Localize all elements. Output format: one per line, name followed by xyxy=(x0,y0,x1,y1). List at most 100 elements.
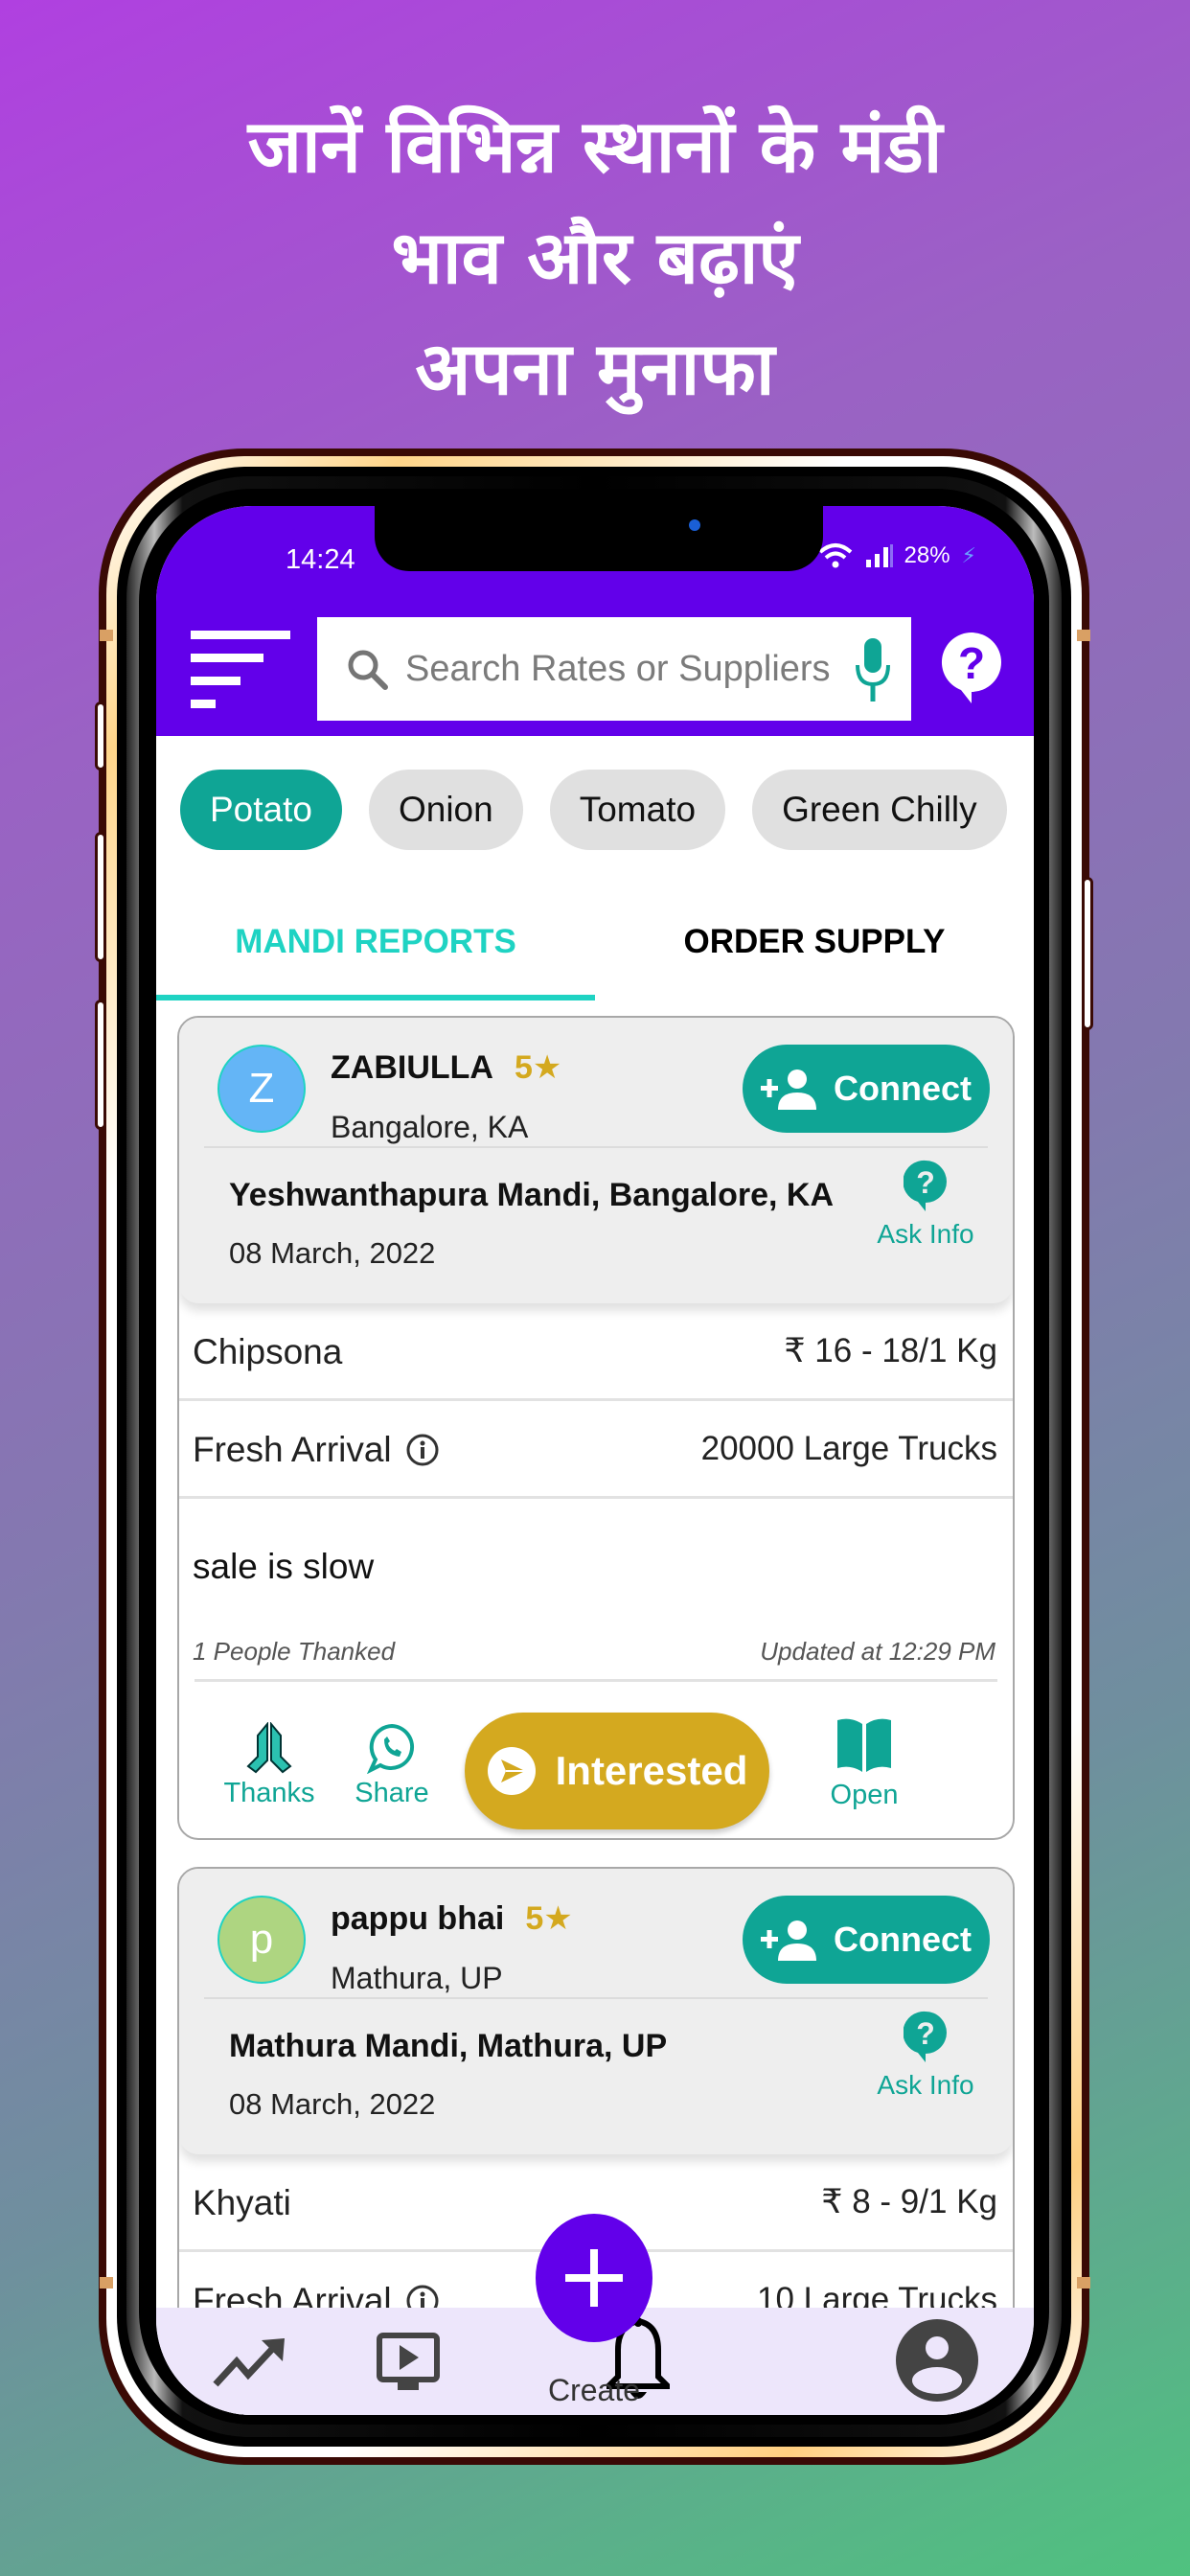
front-camera xyxy=(689,519,700,531)
variety-name: Khyati xyxy=(193,2183,291,2222)
phone-antenna-mark xyxy=(1077,2277,1090,2288)
commodity-chips: Potato Onion Tomato Green Chilly xyxy=(180,770,1010,856)
price-value: ₹ 8 - 9/1 Kg xyxy=(821,2183,997,2220)
seller-name[interactable]: pappu bhai 5★ xyxy=(331,1899,573,1938)
divider xyxy=(204,1146,988,1148)
tab-indicator xyxy=(156,995,595,1000)
report-card-header: Z ZABIULLA 5★ Bangalore, KA Connect Yeshw… xyxy=(179,1018,1013,1303)
create-button[interactable] xyxy=(536,2214,652,2342)
send-icon xyxy=(487,1747,536,1795)
add-person-icon xyxy=(761,1920,816,1961)
arrival-row: Fresh Arrival 20000 Large Trucks xyxy=(179,1401,1013,1499)
add-person-icon xyxy=(761,1070,816,1110)
help-icon[interactable]: ? xyxy=(940,631,1003,703)
connect-button[interactable]: Connect xyxy=(743,1896,990,1984)
connect-label: Connect xyxy=(834,1920,972,1959)
phone-volume-down-button xyxy=(95,1000,106,1130)
headline-line-1: जानें विभिन्न स्थानों के मंडी xyxy=(247,104,943,189)
connect-label: Connect xyxy=(834,1069,972,1108)
seller-location: Mathura, UP xyxy=(331,1961,503,1995)
connect-button[interactable]: Connect xyxy=(743,1045,990,1133)
trending-icon[interactable] xyxy=(212,2336,288,2390)
interested-button[interactable]: Interested xyxy=(465,1713,769,1829)
help-bubble-icon: ? xyxy=(904,1160,947,1211)
chip-green-chilly[interactable]: Green Chilly xyxy=(752,770,1007,850)
ask-info-button[interactable]: ? Ask Info xyxy=(863,2011,988,2101)
report-date: 08 March, 2022 xyxy=(229,1236,436,1270)
interested-label: Interested xyxy=(555,1748,748,1793)
promo-headline: जानें विभिन्न स्थानों के मंडी भाव और बढ़… xyxy=(0,91,1190,425)
search-icon xyxy=(348,650,388,690)
open-label: Open xyxy=(830,1780,899,1810)
help-bubble-icon: ? xyxy=(904,2011,947,2062)
phone-volume-up-button xyxy=(95,832,106,962)
seller-rating: 5★ xyxy=(514,1049,562,1086)
menu-icon-bar xyxy=(191,700,216,708)
svg-text:?: ? xyxy=(916,2016,935,2051)
menu-icon-bar xyxy=(191,677,240,685)
arrival-value: 20000 Large Trucks xyxy=(700,1430,997,1467)
menu-icon-bar xyxy=(191,654,263,662)
tab-mandi-reports[interactable]: MANDI REPORTS xyxy=(156,889,595,1004)
note-text: sale is slow xyxy=(193,1547,375,1586)
info-icon[interactable] xyxy=(405,1433,440,1467)
price-value: ₹ 16 - 18/1 Kg xyxy=(784,1332,997,1369)
ask-info-label: Ask Info xyxy=(877,1219,974,1249)
account-icon[interactable] xyxy=(896,2319,978,2402)
report-card: Z ZABIULLA 5★ Bangalore, KA Connect Yeshw… xyxy=(177,1016,1015,1840)
phone-antenna-mark xyxy=(100,630,113,641)
menu-icon-bar xyxy=(191,631,290,639)
create-label: Create xyxy=(547,2373,641,2407)
signal-icon xyxy=(865,544,893,567)
search-placeholder: Search Rates or Suppliers xyxy=(405,648,831,689)
battery-charging-icon: ⚡ xyxy=(961,543,976,567)
chip-potato[interactable]: Potato xyxy=(180,770,342,850)
wifi-icon xyxy=(818,543,852,568)
headline-line-3: अपना मुनाफा xyxy=(415,326,775,411)
battery-percent: 28% xyxy=(904,542,950,568)
open-button[interactable]: Open xyxy=(812,1716,917,1811)
report-actions: Thanks Share Interested Open xyxy=(179,1682,1013,1838)
seller-rating: 5★ xyxy=(525,1900,573,1937)
tab-order-supply[interactable]: ORDER SUPPLY xyxy=(595,889,1034,1004)
seller-location: Bangalore, KA xyxy=(331,1110,529,1144)
price-row: Chipsona ₹ 16 - 18/1 Kg xyxy=(179,1303,1013,1401)
updated-time: Updated at 12:29 PM xyxy=(760,1637,995,1666)
seller-name[interactable]: ZABIULLA 5★ xyxy=(331,1048,561,1087)
report-note: sale is slow xyxy=(179,1499,1013,1633)
avatar[interactable]: p xyxy=(217,1896,306,1984)
variety-name: Chipsona xyxy=(193,1332,343,1371)
phone-power-button xyxy=(1082,877,1093,1030)
search-input[interactable]: Search Rates or Suppliers xyxy=(317,617,911,721)
ask-info-button[interactable]: ? Ask Info xyxy=(863,1160,988,1250)
thanks-label: Thanks xyxy=(223,1778,315,1808)
report-meta: 1 People Thanked Updated at 12:29 PM xyxy=(179,1633,1013,1679)
mic-icon[interactable] xyxy=(854,638,892,703)
thanked-count: 1 People Thanked xyxy=(193,1637,396,1666)
divider xyxy=(204,1997,988,1999)
avatar[interactable]: Z xyxy=(217,1045,306,1133)
share-button[interactable]: Share xyxy=(342,1722,442,1809)
tab-bar: MANDI REPORTS ORDER SUPPLY xyxy=(156,889,1034,1004)
ask-info-label: Ask Info xyxy=(877,2070,974,2100)
phone-antenna-mark xyxy=(1077,630,1090,641)
menu-button[interactable] xyxy=(191,631,290,711)
chip-tomato[interactable]: Tomato xyxy=(549,770,726,850)
headline-line-2: भाव और बढ़ाएं xyxy=(391,215,799,300)
thanks-button[interactable]: Thanks xyxy=(219,1722,319,1809)
mandi-name: Yeshwanthapura Mandi, Bangalore, KA xyxy=(229,1177,835,1213)
status-time: 14:24 xyxy=(286,544,355,575)
arrival-label: Fresh Arrival xyxy=(193,1430,440,1470)
whatsapp-icon xyxy=(367,1723,415,1774)
book-icon xyxy=(837,1718,891,1772)
svg-text:?: ? xyxy=(916,1165,935,1200)
praying-hands-icon xyxy=(246,1722,292,1774)
mandi-name: Mathura Mandi, Mathura, UP xyxy=(229,2028,668,2064)
phone-notch xyxy=(375,506,823,571)
phone-mute-button xyxy=(95,702,106,770)
phone-antenna-mark xyxy=(100,2277,113,2288)
report-card-header: p pappu bhai 5★ Mathura, UP Connect Mathu… xyxy=(179,1869,1013,2154)
video-icon[interactable] xyxy=(377,2333,440,2392)
svg-text:?: ? xyxy=(958,638,985,688)
chip-onion[interactable]: Onion xyxy=(368,770,523,850)
